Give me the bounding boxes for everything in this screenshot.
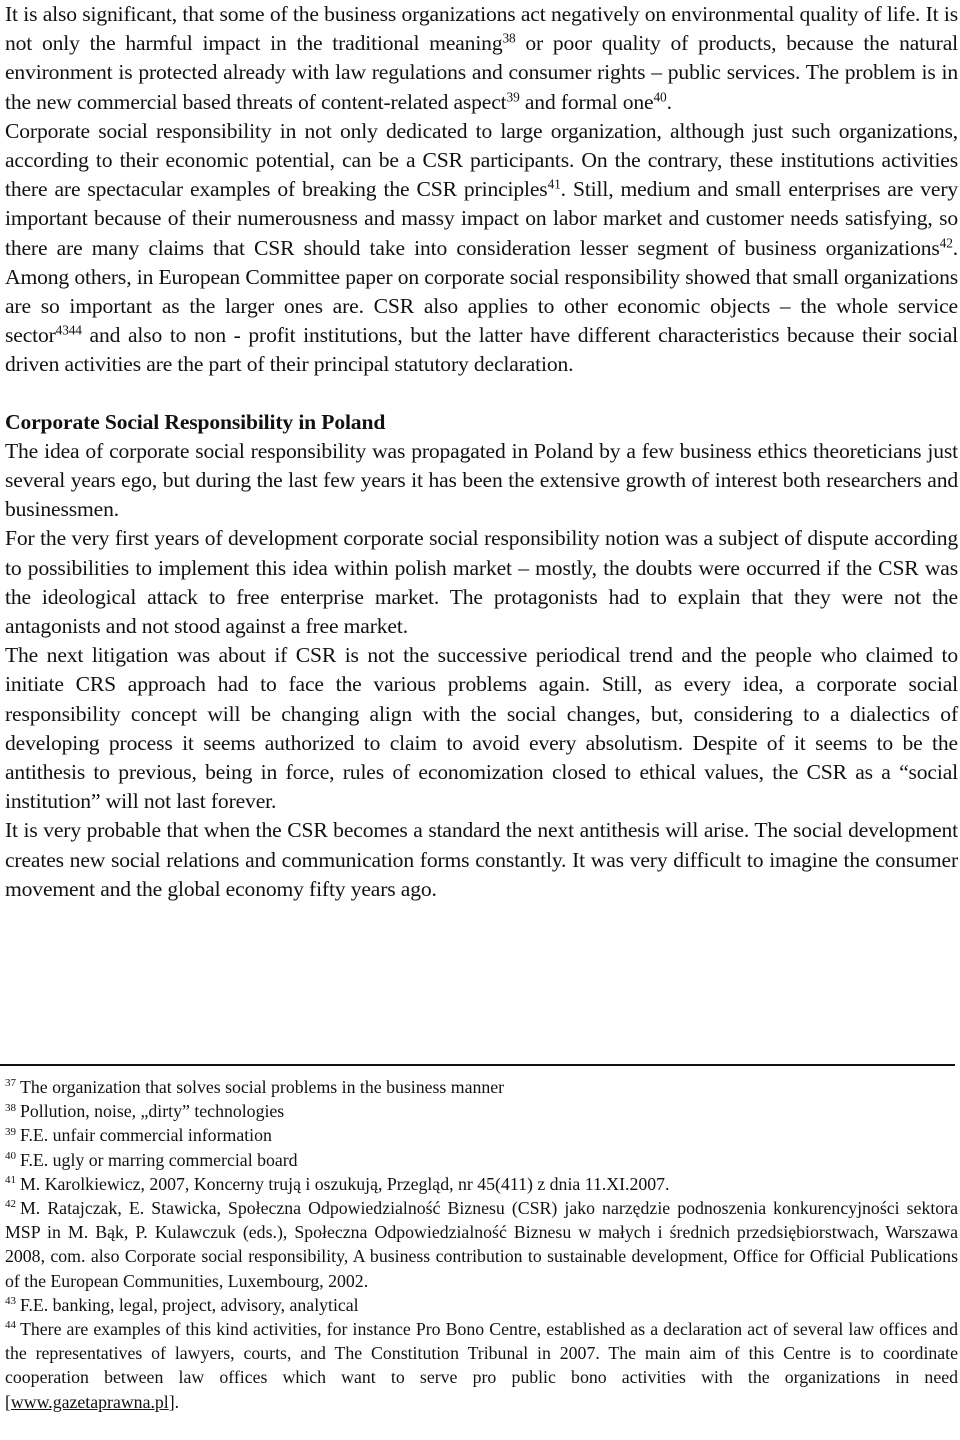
footnote-42: 42 M. Ratajczak, E. Stawicka, Społeczna O…: [5, 1198, 958, 1291]
document-page: It is also significant, that some of the…: [5, 0, 958, 904]
footnote-39: 39 F.E. unfair commercial information: [5, 1125, 272, 1146]
footnote-41: 41 M. Karolkiewicz, 2007, Koncerny trują …: [5, 1173, 670, 1194]
gazetaprawna-link[interactable]: www.gazetaprawna.pl: [11, 1392, 169, 1412]
paragraph-dispute: For the very first years of development …: [5, 526, 958, 639]
footnote-44: 44 There are examples of this kind activi…: [5, 1319, 958, 1412]
body-text: It is also significant, that some of the…: [5, 0, 958, 904]
footnote-ref-40[interactable]: 40: [653, 89, 666, 104]
footnote-37: 37 The organization that solves social pr…: [5, 1077, 505, 1097]
footnote-ref-43-44[interactable]: 4344: [56, 323, 82, 338]
footnote-38: 38 Pollution, noise, „dirty” technologies: [5, 1101, 285, 1122]
paragraph-litigation: The next litigation was about if CSR is …: [5, 643, 958, 814]
paragraph-poland-idea: The idea of corporate social responsibil…: [5, 438, 958, 522]
footnote-40: 40 F.E. ugly or marring commercial board: [5, 1149, 298, 1170]
footnote-ref-38[interactable]: 38: [502, 31, 515, 46]
section-heading: Corporate Social Responsibility in Polan…: [5, 409, 386, 434]
footnote-ref-42[interactable]: 42: [940, 235, 953, 250]
footnote-separator: [0, 1064, 955, 1066]
footnote-ref-39[interactable]: 39: [507, 89, 520, 104]
footnotes: 37 The organization that solves social pr…: [5, 1075, 958, 1414]
footnote-43: 43 F.E. banking, legal, project, advisory…: [5, 1294, 359, 1315]
footnote-ref-41[interactable]: 41: [548, 177, 561, 192]
paragraph-csr-organizations: Corporate social responsibility in not o…: [5, 118, 959, 377]
paragraph-antithesis: It is very probable that when the CSR be…: [5, 818, 958, 901]
paragraph-environmental: It is also significant, that some of the…: [5, 2, 958, 114]
